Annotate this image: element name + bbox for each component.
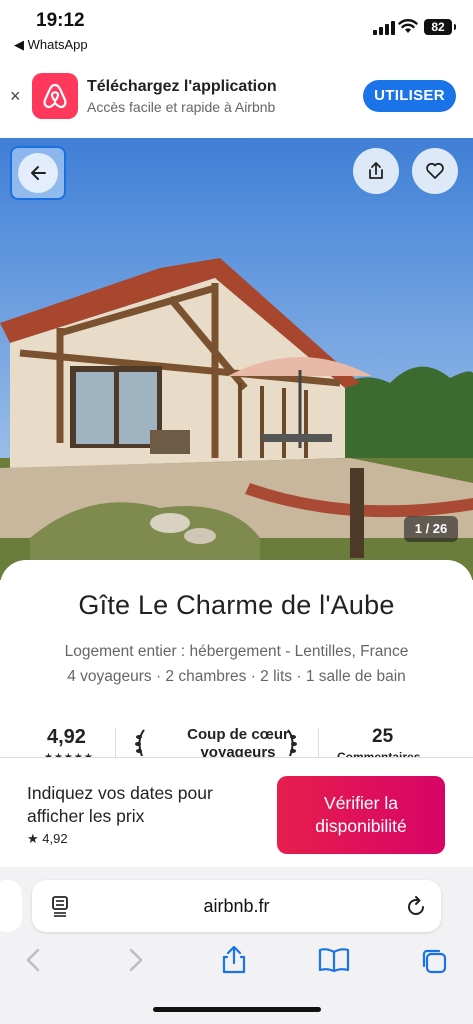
banner-title: Téléchargez l'application — [87, 78, 277, 95]
star-icon: ★ — [27, 831, 39, 846]
listing-location: Logement entier : hébergement - Lentille… — [64, 643, 409, 660]
banner-subtitle: Accès facile et rapide à Airbnb — [87, 99, 276, 115]
reload-icon[interactable] — [404, 893, 428, 919]
battery-icon: 82 — [424, 19, 456, 35]
booking-prompt: Indiquez vos dates pour afficher les pri… — [27, 783, 213, 826]
back-arrow-icon — [31, 166, 46, 180]
divider — [318, 728, 319, 760]
check-availability-button[interactable]: Vérifier la disponibilité — [277, 776, 445, 854]
rating-value: 4,92 — [47, 726, 86, 748]
reviews-count[interactable]: 25 — [372, 726, 393, 748]
guest-favourite-badge[interactable]: Coup de cœur voyageurs — [148, 726, 328, 760]
badge-line-1: Coup de cœur — [187, 726, 289, 743]
footer-rating: ★ 4,92 — [27, 831, 68, 847]
heart-icon — [426, 162, 444, 179]
wifi-icon — [398, 19, 418, 33]
listing-title: Gîte Le Charme de l'Aube — [78, 590, 395, 620]
previous-tab-preview[interactable] — [0, 880, 22, 932]
listing-capacity: 4 voyageurs · 2 chambres · 2 lits · 1 sa… — [67, 668, 406, 685]
footer-rating-value: 4,92 — [42, 831, 68, 846]
status-time: 19:12 — [36, 10, 85, 31]
share-page-icon[interactable] — [220, 944, 248, 974]
home-indicator[interactable] — [153, 1007, 321, 1012]
listing-photo — [0, 138, 473, 580]
save-to-wishlist-button[interactable] — [412, 148, 458, 194]
close-icon[interactable]: × — [10, 86, 21, 107]
url-text: airbnb.fr — [203, 896, 270, 916]
bookmarks-icon[interactable] — [318, 947, 350, 973]
forward-nav-icon[interactable] — [123, 947, 147, 973]
divider — [115, 728, 116, 760]
back-to-app-link[interactable]: ◀ WhatsApp — [14, 37, 88, 53]
share-button[interactable] — [353, 148, 399, 194]
tabs-icon[interactable] — [420, 947, 448, 975]
status-bar: 19:12 ◀ WhatsApp 82 — [0, 0, 473, 58]
photo-counter: 1 / 26 — [404, 516, 458, 542]
airbnb-logo-icon — [32, 73, 78, 119]
back-nav-icon[interactable] — [22, 947, 46, 973]
listing-photo-carousel[interactable]: 1 / 26 — [0, 138, 473, 580]
back-button[interactable] — [10, 146, 66, 200]
laurel-right-icon — [287, 729, 297, 757]
browser-toolbar: airbnb.fr — [0, 867, 473, 1024]
app-download-banner: × Téléchargez l'application Accès facile… — [0, 58, 473, 138]
address-bar[interactable]: airbnb.fr — [32, 880, 441, 932]
booking-footer: Indiquez vos dates pour afficher les pri… — [0, 757, 473, 867]
listing-details: Gîte Le Charme de l'Aube Logement entier… — [0, 560, 473, 760]
use-app-button[interactable]: UTILISER — [363, 80, 456, 112]
share-icon — [369, 162, 383, 179]
cellular-signal-icon — [373, 21, 395, 35]
highlights-row: 4,92 ★★★★★ Coup de cœur voyageurs 25 Com… — [0, 720, 473, 760]
